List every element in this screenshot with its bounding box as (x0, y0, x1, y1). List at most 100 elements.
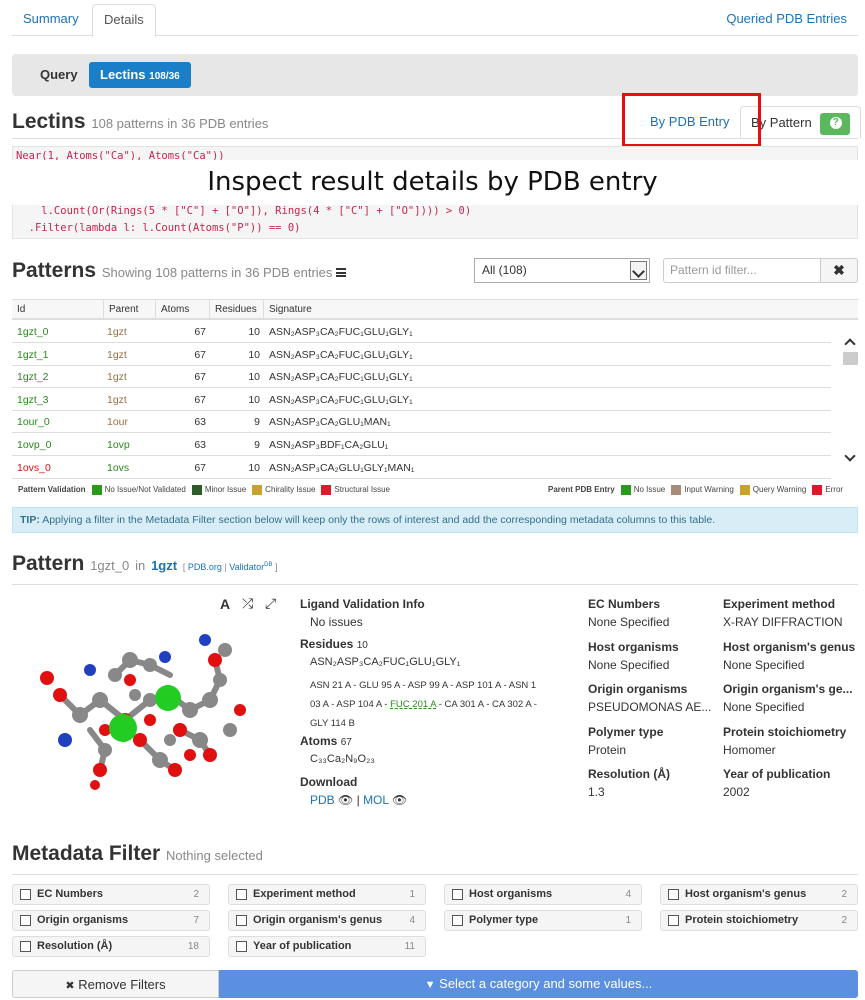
eye-icon[interactable]: 👁 (338, 793, 353, 807)
legend-label: Pattern Validation (18, 485, 86, 494)
scroll-up-icon[interactable] (844, 338, 856, 350)
meta-label: Year of publication (723, 767, 831, 781)
tab-queried-pdb-entries[interactable]: Queried PDB Entries (715, 4, 858, 37)
filter-checkbox[interactable] (668, 915, 679, 926)
filter-checkbox[interactable] (452, 915, 463, 926)
filter-checkbox[interactable] (20, 941, 31, 952)
table-cell-id[interactable]: 1gzt_3 (17, 389, 49, 411)
table-cell-parent[interactable]: 1gzt (107, 389, 127, 411)
filter-checkbox[interactable] (236, 915, 247, 926)
top-tabs: Summary Details Queried PDB Entries (12, 0, 858, 37)
patterns-title: Patterns Showing 108 patterns in 36 PDB … (12, 259, 347, 283)
validator-link[interactable]: ValidatorDB (229, 562, 272, 572)
col-id[interactable]: Id (12, 300, 104, 319)
legend-item: Query Warning (752, 485, 807, 494)
fuc-residue-link[interactable]: FUC 201 A (390, 699, 436, 710)
filter-category[interactable]: Resolution (Å) 18 (12, 936, 210, 957)
legend-label: Parent PDB Entry (548, 485, 615, 494)
col-atoms[interactable]: Atoms (156, 300, 210, 319)
meta-label: Resolution (Å) (588, 767, 670, 781)
clear-filter-button[interactable]: ✖ (820, 258, 858, 283)
molecule-3d-view[interactable] (30, 620, 260, 795)
filter-checkbox[interactable] (20, 915, 31, 926)
col-signature[interactable]: Signature (264, 300, 858, 319)
lectins-label: Lectins (100, 67, 146, 82)
table-scrollbar[interactable] (843, 330, 858, 470)
table-cell-id[interactable]: 1ovp_0 (17, 434, 51, 456)
table-row[interactable]: 1gzt_0 1gzt 67 10 ASN₂ASP₃CA₂FUC₁GLU₁GLY₁ (12, 321, 831, 343)
filter-category[interactable]: Host organism's genus 2 (660, 884, 858, 905)
pattern-category-select[interactable]: All (108) (474, 258, 650, 283)
query-button[interactable]: Query (29, 62, 89, 88)
col-parent[interactable]: Parent (104, 300, 156, 319)
filter-category[interactable]: Experiment method 1 (228, 884, 426, 905)
table-cell-signature: ASN₂ASP₃CA₂GLU₁GLY₁MAN₁ (269, 461, 415, 474)
filter-icon: ▼ (424, 979, 436, 991)
pdborg-link[interactable]: PDB.org (188, 562, 222, 572)
table-row[interactable]: 1ovp_0 1ovp 63 9 ASN₂ASP₃BDF₁CA₂GLU₁ (12, 434, 831, 456)
scrollbar-thumb[interactable] (843, 352, 858, 365)
help-icon[interactable] (819, 112, 850, 135)
table-cell-id[interactable]: 1our_0 (17, 411, 50, 433)
tip-text: Applying a filter in the Metadata Filter… (42, 514, 716, 526)
table-cell-parent[interactable]: 1ovs (107, 457, 129, 479)
filter-checkbox[interactable] (20, 889, 31, 900)
table-row[interactable]: 1gzt_2 1gzt 67 10 ASN₂ASP₃CA₂FUC₁GLU₁GLY₁ (12, 366, 831, 389)
validation-value: No issues (310, 615, 363, 629)
table-cell-parent[interactable]: 1gzt (107, 321, 127, 343)
molecular-formula: C₃₃Ca₂N₉O₂₃ (310, 753, 375, 765)
filter-label: Resolution (Å) (37, 940, 113, 952)
lectins-title-text: Lectins (12, 110, 86, 133)
filter-category[interactable]: Protein stoichiometry 2 (660, 910, 858, 931)
lectins-button[interactable]: Lectins 108/36 (89, 62, 191, 88)
filter-checkbox[interactable] (668, 889, 679, 900)
table-row[interactable]: 1gzt_3 1gzt 67 10 ASN₂ASP₃CA₂FUC₁GLU₁GLY₁ (12, 389, 831, 411)
tab-summary[interactable]: Summary (12, 4, 90, 37)
table-cell-parent[interactable]: 1gzt (107, 366, 127, 388)
filter-category[interactable]: Origin organism's genus 4 (228, 910, 426, 931)
table-cell-atoms: 63 (194, 439, 206, 451)
pattern-in: in (135, 558, 146, 573)
select-category-button[interactable]: ▼ Select a category and some values... (219, 970, 858, 998)
meta-label: Origin organisms (588, 682, 688, 696)
filter-category[interactable]: Host organisms 4 (444, 884, 642, 905)
table-cell-parent[interactable]: 1our (107, 411, 128, 433)
table-cell-id[interactable]: 1gzt_2 (17, 366, 49, 388)
col-residues[interactable]: Residues (210, 300, 264, 319)
table-row[interactable]: 1gzt_1 1gzt 67 10 ASN₂ASP₃CA₂FUC₁GLU₁GLY₁ (12, 344, 831, 366)
filter-count: 4 (625, 889, 631, 900)
font-icon[interactable]: A (220, 596, 230, 612)
tab-details[interactable]: Details (92, 4, 156, 37)
table-cell-parent[interactable]: 1ovp (107, 434, 130, 456)
table-cell-id[interactable]: 1ovs_0 (17, 457, 51, 479)
meta-label: Host organisms (588, 639, 679, 654)
legend-item: Error (825, 485, 844, 494)
download-mol-link[interactable]: MOL (363, 793, 389, 807)
table-cell-id[interactable]: 1gzt_1 (17, 344, 49, 366)
table-cell-id[interactable]: 1gzt_0 (17, 321, 49, 343)
meta-value: Homomer (723, 742, 776, 757)
pattern-parent-link[interactable]: 1gzt (151, 558, 177, 573)
filter-category[interactable]: Year of publication 11 (228, 936, 426, 957)
filter-checkbox[interactable] (452, 889, 463, 900)
table-row[interactable]: 1ovs_0 1ovs 67 10 ASN₂ASP₃CA₂GLU₁GLY₁MAN₁ (12, 457, 831, 479)
filter-category[interactable]: Polymer type 1 (444, 910, 642, 931)
scroll-down-icon[interactable] (844, 450, 856, 462)
filter-checkbox[interactable] (236, 889, 247, 900)
pattern-id-filter-input[interactable]: Pattern id filter... (663, 258, 821, 283)
table-cell-parent[interactable]: 1gzt (107, 344, 127, 366)
legend-swatch (620, 484, 631, 495)
filter-count: 11 (404, 941, 415, 952)
validator-label: Validator (229, 562, 265, 572)
filter-category[interactable]: Origin organisms 7 (12, 910, 210, 931)
expand-icon[interactable]: ⤢ (265, 595, 276, 612)
remove-filters-button[interactable]: ✖ Remove Filters (12, 970, 219, 998)
download-pdb-link[interactable]: PDB (310, 793, 335, 807)
filter-category[interactable]: EC Numbers 2 (12, 884, 210, 905)
shuffle-icon[interactable]: ⤮ (242, 595, 253, 612)
filter-checkbox[interactable] (236, 941, 247, 952)
list-icon[interactable] (336, 268, 347, 277)
table-row[interactable]: 1our_0 1our 63 9 ASN₂ASP₃CA₂GLU₁MAN₁ (12, 411, 831, 434)
eye-icon[interactable]: 👁 (392, 793, 407, 807)
legend-item: Structural Issue (334, 485, 390, 494)
